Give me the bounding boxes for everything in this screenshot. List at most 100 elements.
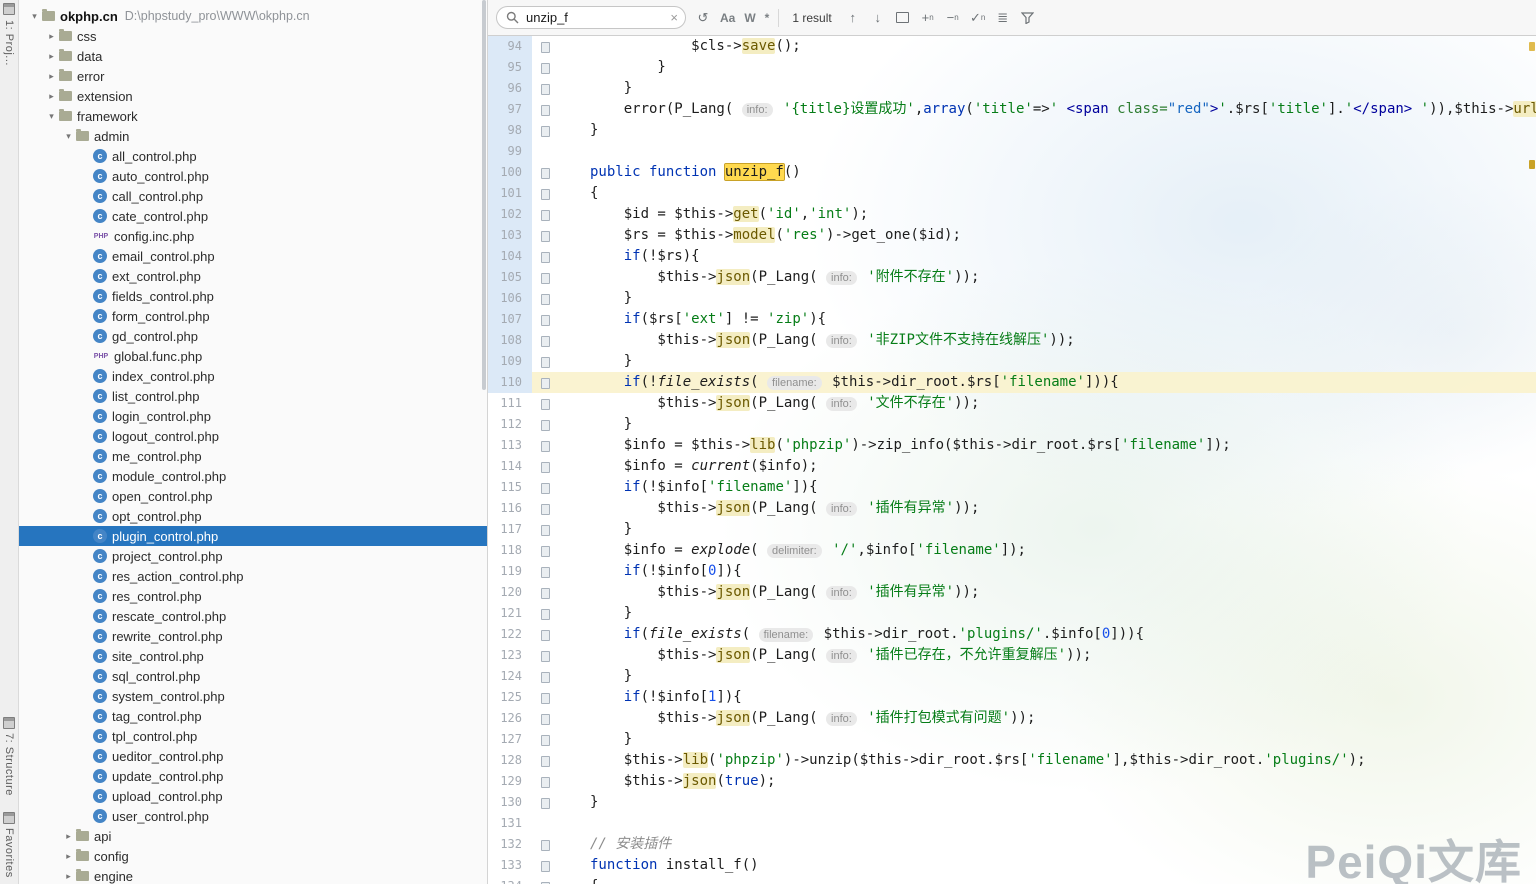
code-line-116[interactable]: 116 $this->json(P_Lang( info: '插件有异常')); xyxy=(488,498,1536,519)
tree-item-gd-control-php[interactable]: cgd_control.php xyxy=(19,326,487,346)
tree-item-login-control-php[interactable]: clogin_control.php xyxy=(19,406,487,426)
chevron-right-icon[interactable]: ▸ xyxy=(44,91,59,102)
prev-match-button[interactable]: ↑ xyxy=(845,11,861,24)
code-line-133[interactable]: 133function install_f() xyxy=(488,855,1536,876)
code-line-96[interactable]: 96 } xyxy=(488,78,1536,99)
code-line-131[interactable]: 131 xyxy=(488,813,1536,834)
tree-item-form-control-php[interactable]: cform_control.php xyxy=(19,306,487,326)
code-line-100[interactable]: 100public function unzip_f() xyxy=(488,162,1536,183)
tree-item-data[interactable]: ▸data xyxy=(19,46,487,66)
code-line-124[interactable]: 124 } xyxy=(488,666,1536,687)
tree-item-res-action-control-php[interactable]: cres_action_control.php xyxy=(19,566,487,586)
tree-item-cate-control-php[interactable]: ccate_control.php xyxy=(19,206,487,226)
chevron-right-icon[interactable]: ▸ xyxy=(61,871,76,882)
code-line-98[interactable]: 98} xyxy=(488,120,1536,141)
whole-words-toggle[interactable]: W xyxy=(744,11,755,25)
code-line-109[interactable]: 109 } xyxy=(488,351,1536,372)
toolbutton-project[interactable]: 1: Proj... xyxy=(3,20,15,66)
code-line-101[interactable]: 101{ xyxy=(488,183,1536,204)
code-line-111[interactable]: 111 $this->json(P_Lang( info: '文件不存在')); xyxy=(488,393,1536,414)
code-line-115[interactable]: 115 if(!$info['filename']){ xyxy=(488,477,1536,498)
code-line-126[interactable]: 126 $this->json(P_Lang( info: '插件打包模式有问题… xyxy=(488,708,1536,729)
tree-item-okphp-cn[interactable]: ▾okphp.cnD:\phpstudy_pro\WWW\okphp.cn xyxy=(19,6,487,26)
code-line-97[interactable]: 97 error(P_Lang( info: '{title}设置成功',arr… xyxy=(488,99,1536,120)
code-line-95[interactable]: 95 } xyxy=(488,57,1536,78)
tree-item-list-control-php[interactable]: clist_control.php xyxy=(19,386,487,406)
code-line-119[interactable]: 119 if(!$info[0]){ xyxy=(488,561,1536,582)
tree-item-index-control-php[interactable]: cindex_control.php xyxy=(19,366,487,386)
regex-toggle[interactable]: * xyxy=(765,11,770,25)
code-line-102[interactable]: 102 $id = $this->get('id','int'); xyxy=(488,204,1536,225)
tree-item-admin[interactable]: ▾admin xyxy=(19,126,487,146)
view-options-button[interactable]: ≣ xyxy=(995,11,1011,24)
tree-item-system-control-php[interactable]: csystem_control.php xyxy=(19,686,487,706)
tree-item-update-control-php[interactable]: cupdate_control.php xyxy=(19,766,487,786)
tree-item-module-control-php[interactable]: cmodule_control.php xyxy=(19,466,487,486)
code-line-128[interactable]: 128 $this->lib('phpzip')->unzip($this->d… xyxy=(488,750,1536,771)
clear-search-icon[interactable]: × xyxy=(670,11,678,24)
chevron-right-icon[interactable]: ▸ xyxy=(44,51,59,62)
tree-item-engine[interactable]: ▸engine xyxy=(19,866,487,884)
tree-item-res-control-php[interactable]: cres_control.php xyxy=(19,586,487,606)
code-line-94[interactable]: 94 $cls->save(); xyxy=(488,36,1536,57)
tree-item-call-control-php[interactable]: ccall_control.php xyxy=(19,186,487,206)
tree-item-site-control-php[interactable]: csite_control.php xyxy=(19,646,487,666)
tree-item-error[interactable]: ▸error xyxy=(19,66,487,86)
tree-item-rewrite-control-php[interactable]: crewrite_control.php xyxy=(19,626,487,646)
tree-item-email-control-php[interactable]: cemail_control.php xyxy=(19,246,487,266)
filter-search-button[interactable] xyxy=(1020,12,1036,24)
code-line-125[interactable]: 125 if(!$info[1]){ xyxy=(488,687,1536,708)
tree-item-me-control-php[interactable]: cme_control.php xyxy=(19,446,487,466)
code-line-112[interactable]: 112 } xyxy=(488,414,1536,435)
add-occurrence-button[interactable]: +n xyxy=(920,11,936,24)
tree-item-config[interactable]: ▸config xyxy=(19,846,487,866)
tree-item-sql-control-php[interactable]: csql_control.php xyxy=(19,666,487,686)
search-input[interactable]: unzip_f xyxy=(526,10,664,25)
tree-item-config-inc-php[interactable]: PHPconfig.inc.php xyxy=(19,226,487,246)
tree-item-global-func-php[interactable]: PHPglobal.func.php xyxy=(19,346,487,366)
chevron-right-icon[interactable]: ▸ xyxy=(61,851,76,862)
code-line-114[interactable]: 114 $info = current($info); xyxy=(488,456,1536,477)
code-line-134[interactable]: 134{ xyxy=(488,876,1536,884)
tree-item-all-control-php[interactable]: call_control.php xyxy=(19,146,487,166)
chevron-down-icon[interactable]: ▾ xyxy=(61,131,76,142)
code-line-127[interactable]: 127 } xyxy=(488,729,1536,750)
toolbutton-favorites[interactable]: Favorites xyxy=(3,812,15,878)
tree-item-ext-control-php[interactable]: cext_control.php xyxy=(19,266,487,286)
tree-item-plugin-control-php[interactable]: cplugin_control.php xyxy=(19,526,487,546)
code-line-132[interactable]: 132// 安装插件 xyxy=(488,834,1536,855)
chevron-right-icon[interactable]: ▸ xyxy=(61,831,76,842)
code-line-120[interactable]: 120 $this->json(P_Lang( info: '插件有异常')); xyxy=(488,582,1536,603)
code-line-99[interactable]: 99 xyxy=(488,141,1536,162)
search-history-icon[interactable]: ↺ xyxy=(695,11,711,24)
chevron-right-icon[interactable]: ▸ xyxy=(44,71,59,82)
tree-item-logout-control-php[interactable]: clogout_control.php xyxy=(19,426,487,446)
next-match-button[interactable]: ↓ xyxy=(870,11,886,24)
tree-scrollbar[interactable] xyxy=(482,0,486,390)
stripe-mark-warning[interactable] xyxy=(1529,42,1535,51)
tree-item-open-control-php[interactable]: copen_control.php xyxy=(19,486,487,506)
tree-item-css[interactable]: ▸css xyxy=(19,26,487,46)
code-line-104[interactable]: 104 if(!$rs){ xyxy=(488,246,1536,267)
tree-item-rescate-control-php[interactable]: crescate_control.php xyxy=(19,606,487,626)
code-line-105[interactable]: 105 $this->json(P_Lang( info: '附件不存在')); xyxy=(488,267,1536,288)
code-line-123[interactable]: 123 $this->json(P_Lang( info: '插件已存在，不允许… xyxy=(488,645,1536,666)
tree-item-user-control-php[interactable]: cuser_control.php xyxy=(19,806,487,826)
code-line-113[interactable]: 113 $info = $this->lib('phpzip')->zip_in… xyxy=(488,435,1536,456)
code-line-129[interactable]: 129 $this->json(true); xyxy=(488,771,1536,792)
tree-item-auto-control-php[interactable]: cauto_control.php xyxy=(19,166,487,186)
match-case-toggle[interactable]: Aa xyxy=(720,11,735,25)
chevron-down-icon[interactable]: ▾ xyxy=(27,11,42,22)
code-line-107[interactable]: 107 if($rs['ext'] != 'zip'){ xyxy=(488,309,1536,330)
code-line-110[interactable]: 110 if(!file_exists( filename: $this->di… xyxy=(488,372,1536,393)
search-field[interactable]: unzip_f × xyxy=(496,6,686,29)
tree-item-project-control-php[interactable]: cproject_control.php xyxy=(19,546,487,566)
code-editor[interactable]: PeiQi文库 94 $cls->save();95 }96 }97 error… xyxy=(488,36,1536,884)
tree-item-opt-control-php[interactable]: copt_control.php xyxy=(19,506,487,526)
tree-item-api[interactable]: ▸api xyxy=(19,826,487,846)
tree-item-tpl-control-php[interactable]: ctpl_control.php xyxy=(19,726,487,746)
tree-item-ueditor-control-php[interactable]: cueditor_control.php xyxy=(19,746,487,766)
code-line-106[interactable]: 106 } xyxy=(488,288,1536,309)
chevron-right-icon[interactable]: ▸ xyxy=(44,31,59,42)
window-menu-icon[interactable] xyxy=(3,3,15,15)
